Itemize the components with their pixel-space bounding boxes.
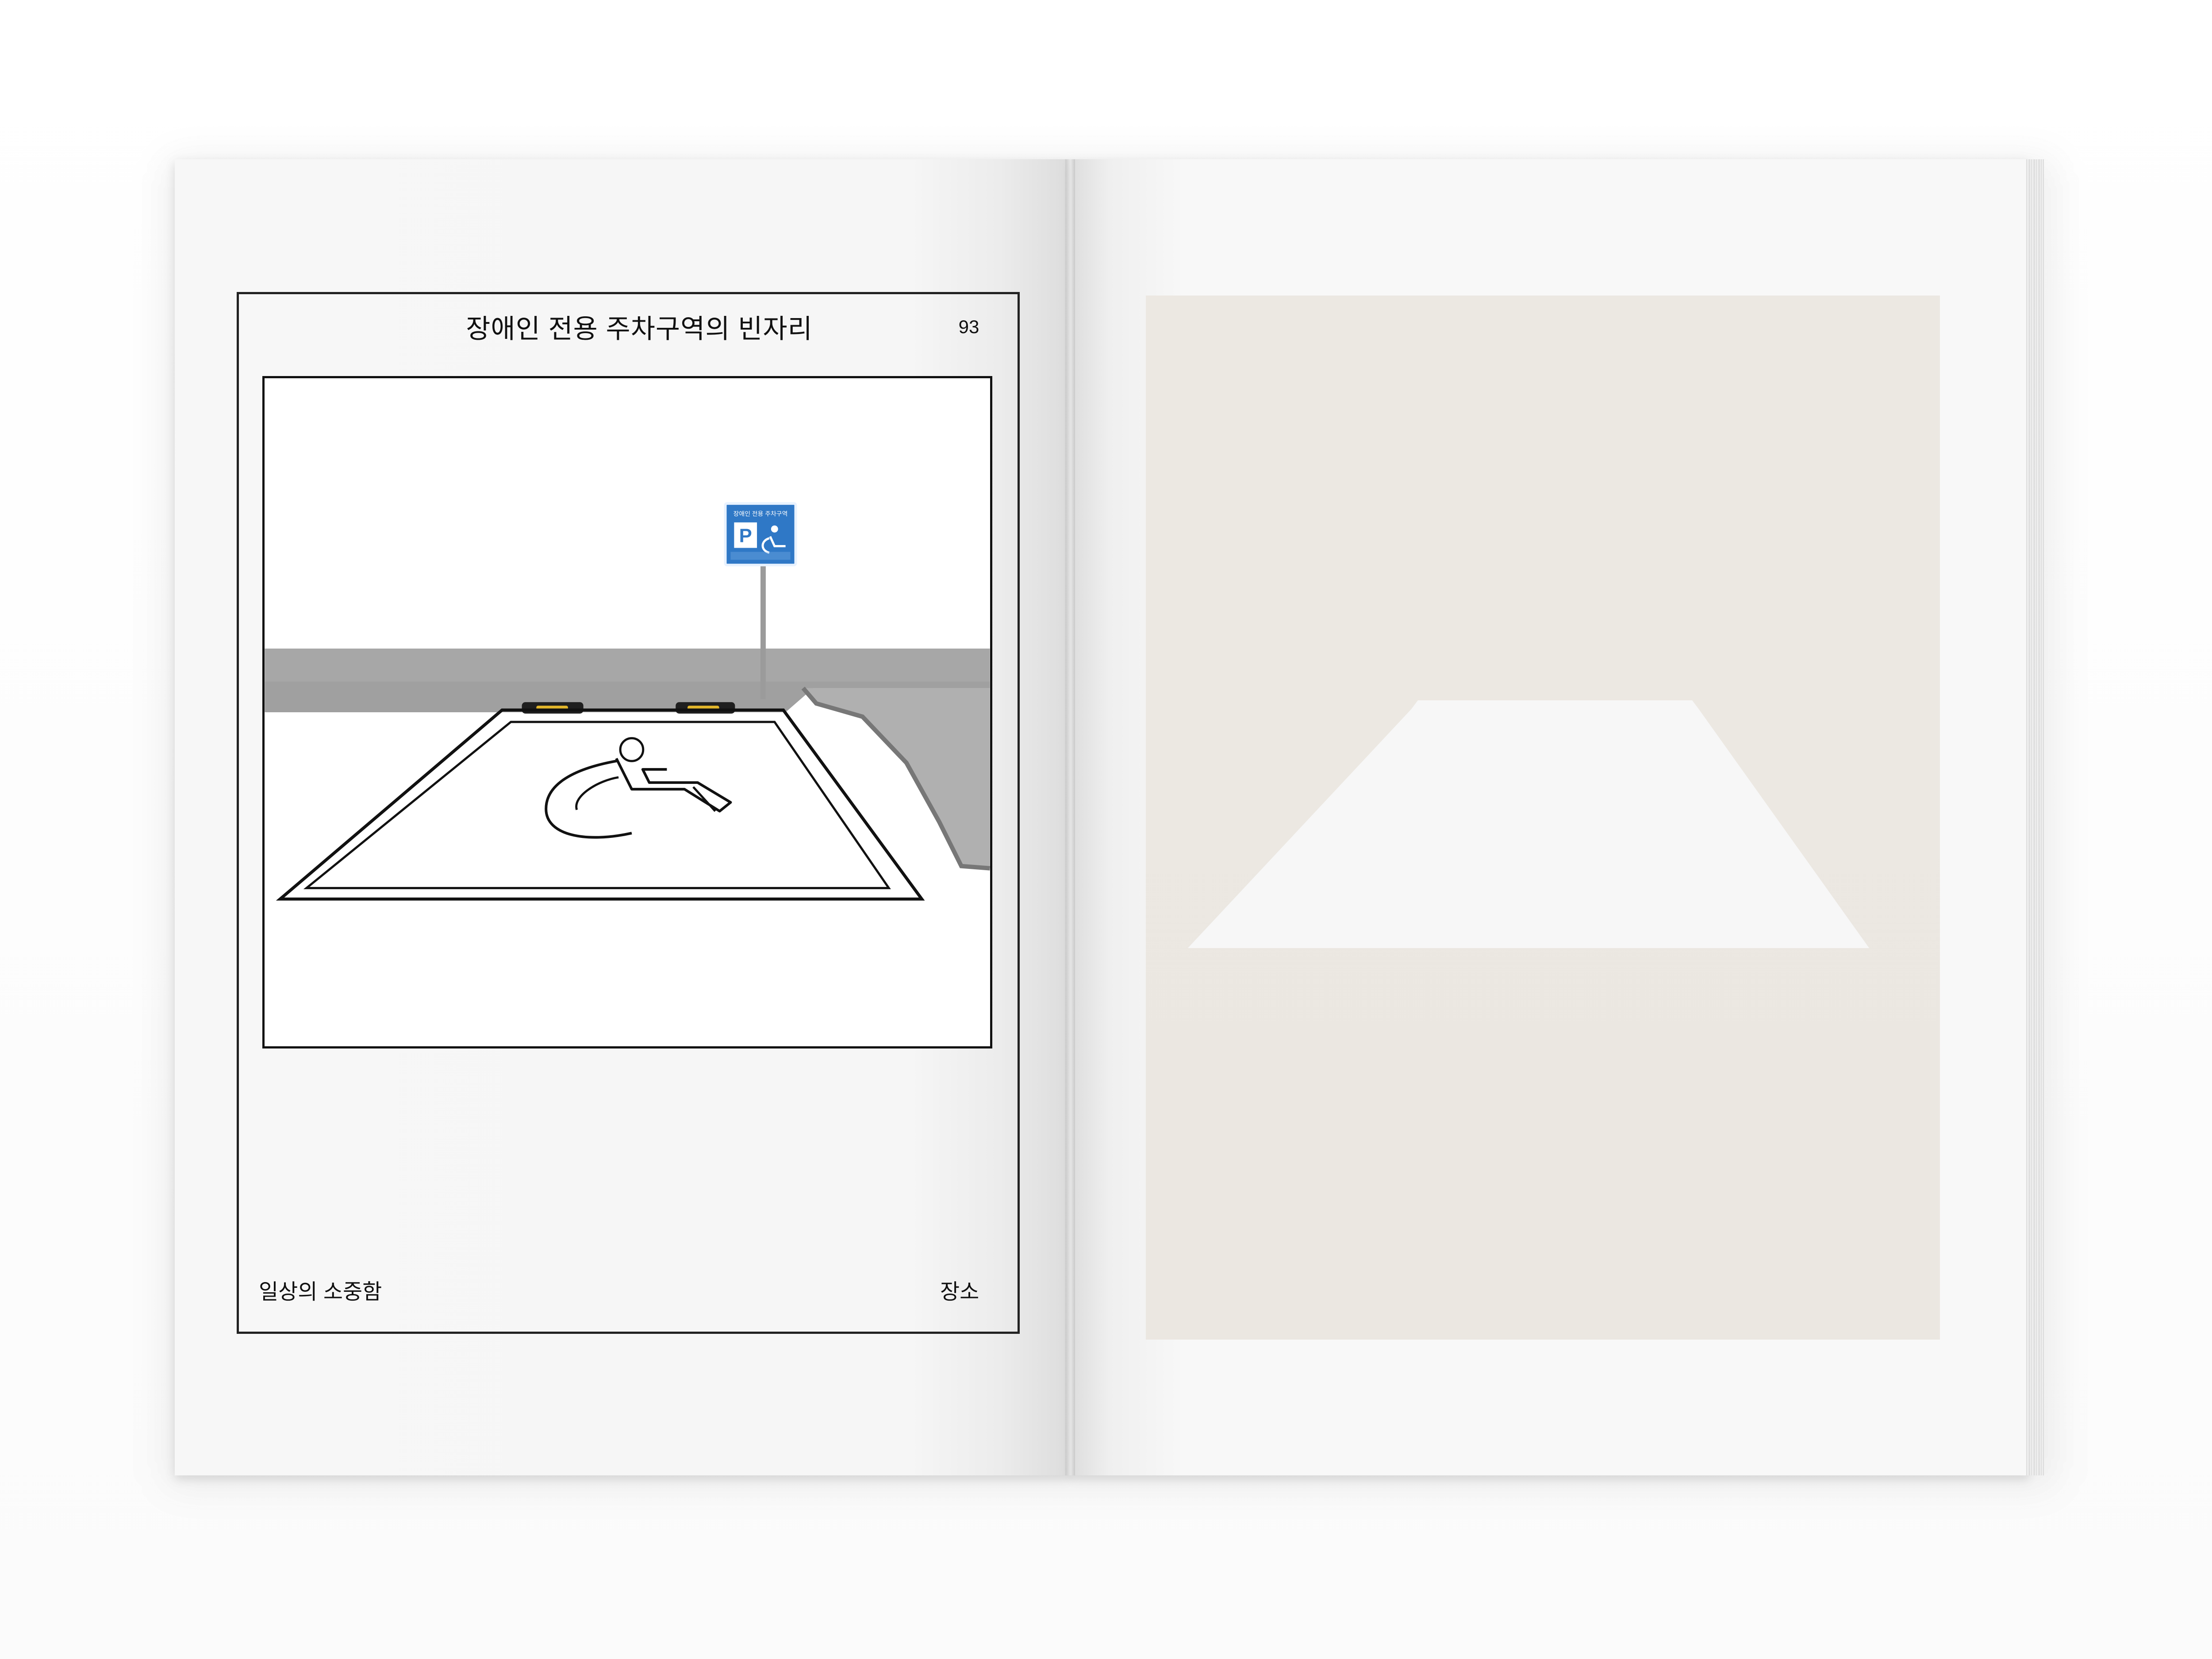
- book-spine: [1065, 159, 1075, 1475]
- footer-right: 장소: [940, 1280, 979, 1304]
- sign-title: 장애인 전용 주차구역: [733, 510, 788, 517]
- sign-small-text: [730, 552, 791, 560]
- parking-scene-illustration: 장애인 전용 주차구역 P: [265, 378, 990, 1046]
- trapezoid-top-highlight: [1411, 700, 1699, 709]
- page-edges: [2026, 159, 2044, 1475]
- page-number: 93: [958, 316, 979, 337]
- parking-photo: 장애인 전용 주차구역 P: [262, 376, 992, 1048]
- page-title: 장애인 전용 주차구역의 빈자리: [466, 314, 813, 344]
- sign-wheelchair-head: [771, 525, 778, 533]
- open-book-mockup: 장애인 전용 주차구역의 빈자리 93 장애인 전용 주차구역 P 일상의 소중…: [0, 0, 2212, 1659]
- abstract-parking-shape: [1188, 700, 1869, 948]
- sign-letter: P: [739, 525, 752, 547]
- footer-left: 일상의 소중함: [259, 1280, 382, 1304]
- white-trapezoid-shape: [1188, 709, 1869, 948]
